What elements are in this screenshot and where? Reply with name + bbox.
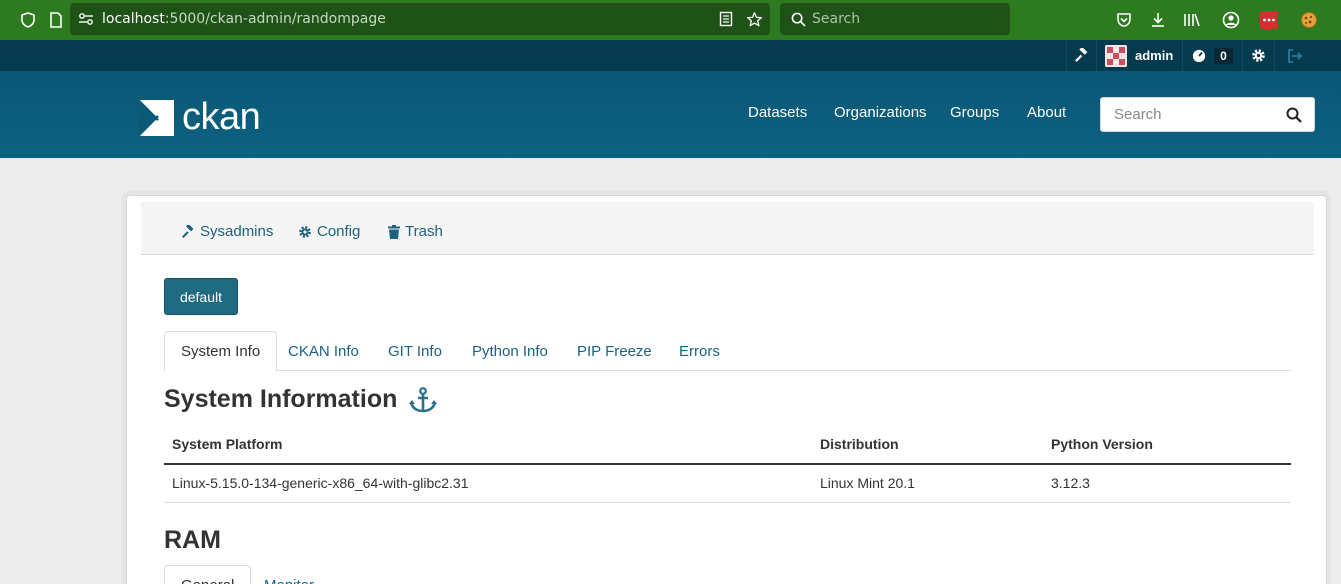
system-info-heading: System Information [164,385,438,414]
tab-pip-freeze[interactable]: PIP Freeze [561,331,668,371]
tab-python-info[interactable]: Python Info [456,331,564,371]
browser-search-bar[interactable]: Search [780,3,1010,35]
table-row-divider [164,502,1291,503]
user-profile-link[interactable]: admin [1096,40,1182,71]
search-icon [788,9,808,29]
tab-ram-monitor[interactable]: Monitor [248,565,330,584]
cell-system-platform: Linux-5.15.0-134-generic-x86_64-with-gli… [172,475,469,491]
connection-icon[interactable] [76,9,96,29]
admin-content-panel: Sysadmins Config Trash default System In… [126,195,1327,584]
url-host: localhost [102,11,165,27]
tab-trash-label: Trash [405,223,443,240]
ckan-logo-icon [138,99,174,136]
trash-icon [388,224,400,239]
system-info-heading-text: System Information [164,385,398,413]
user-settings-link[interactable] [1242,40,1274,71]
nav-about[interactable]: About [1027,104,1066,121]
gavel-icon [181,224,195,239]
activity-count-badge: 0 [1214,47,1233,64]
tab-sysadmins-label: Sysadmins [200,223,274,240]
gear-icon [298,225,312,239]
nav-datasets[interactable]: Datasets [748,104,807,121]
gavel-icon [1074,48,1089,63]
default-button[interactable]: default [164,278,238,315]
column-header-python-version: Python Version [1051,436,1153,452]
tab-errors[interactable]: Errors [663,331,736,371]
pocket-icon[interactable] [1114,10,1134,30]
account-icon[interactable] [1221,10,1241,30]
library-icon[interactable] [1182,10,1202,30]
table-header-divider [164,463,1291,465]
download-icon[interactable] [1148,10,1168,30]
tab-config[interactable]: Config [298,223,360,240]
reader-view-icon[interactable] [716,9,736,29]
dashboard-link[interactable]: 0 [1182,40,1242,71]
site-search-placeholder: Search [1114,106,1162,123]
sign-out-icon [1287,48,1303,63]
username: admin [1135,48,1174,63]
browser-search-placeholder: Search [812,11,861,27]
bookmark-star-icon[interactable] [744,9,764,29]
nav-groups[interactable]: Groups [950,104,999,121]
ram-tab-bar: General Monitor [164,565,1291,584]
page-icon [46,10,66,30]
extension-cookie-icon[interactable] [1299,10,1319,30]
url-text[interactable]: localhost:5000/ckan-admin/randompage [102,11,386,27]
avatar [1105,44,1127,67]
info-tab-bar: System Info CKAN Info GIT Info Python In… [164,331,1291,372]
site-masthead: ckan Datasets Organizations Groups About… [0,71,1341,158]
tab-sysadmins[interactable]: Sysadmins [181,223,273,240]
shield-icon[interactable] [18,10,38,30]
site-search-input[interactable]: Search [1100,97,1315,132]
cell-distribution: Linux Mint 20.1 [820,475,915,491]
tab-ckan-info[interactable]: CKAN Info [272,331,375,371]
cell-python-version: 3.12.3 [1051,475,1090,491]
tab-config-label: Config [317,223,361,240]
anchor-icon[interactable] [409,386,438,413]
column-header-system-platform: System Platform [172,436,283,452]
gear-icon [1251,48,1266,63]
browser-toolbar: localhost:5000/ckan-admin/randompage Sea… [0,0,1341,40]
account-masthead: admin 0 [0,40,1341,71]
nav-organizations[interactable]: Organizations [834,104,927,121]
admin-tab-bar: Sysadmins Config Trash [141,202,1314,255]
tab-ram-general[interactable]: General [164,565,252,584]
tab-trash[interactable]: Trash [388,223,443,240]
logout-link[interactable] [1274,40,1314,71]
extension-password-icon[interactable] [1259,10,1279,30]
logo-text: ckan [182,96,261,138]
tab-system-info[interactable]: System Info [164,331,278,372]
sysadmin-settings-link[interactable] [1066,40,1096,71]
url-path: :5000/ckan-admin/randompage [164,11,386,27]
ram-heading: RAM [164,526,221,554]
site-logo[interactable]: ckan [138,96,261,139]
column-header-distribution: Distribution [820,436,899,452]
dashboard-icon [1192,49,1206,63]
tab-git-info[interactable]: GIT Info [372,331,458,371]
url-bar[interactable]: localhost:5000/ckan-admin/randompage [70,3,770,35]
search-icon[interactable] [1286,107,1302,127]
